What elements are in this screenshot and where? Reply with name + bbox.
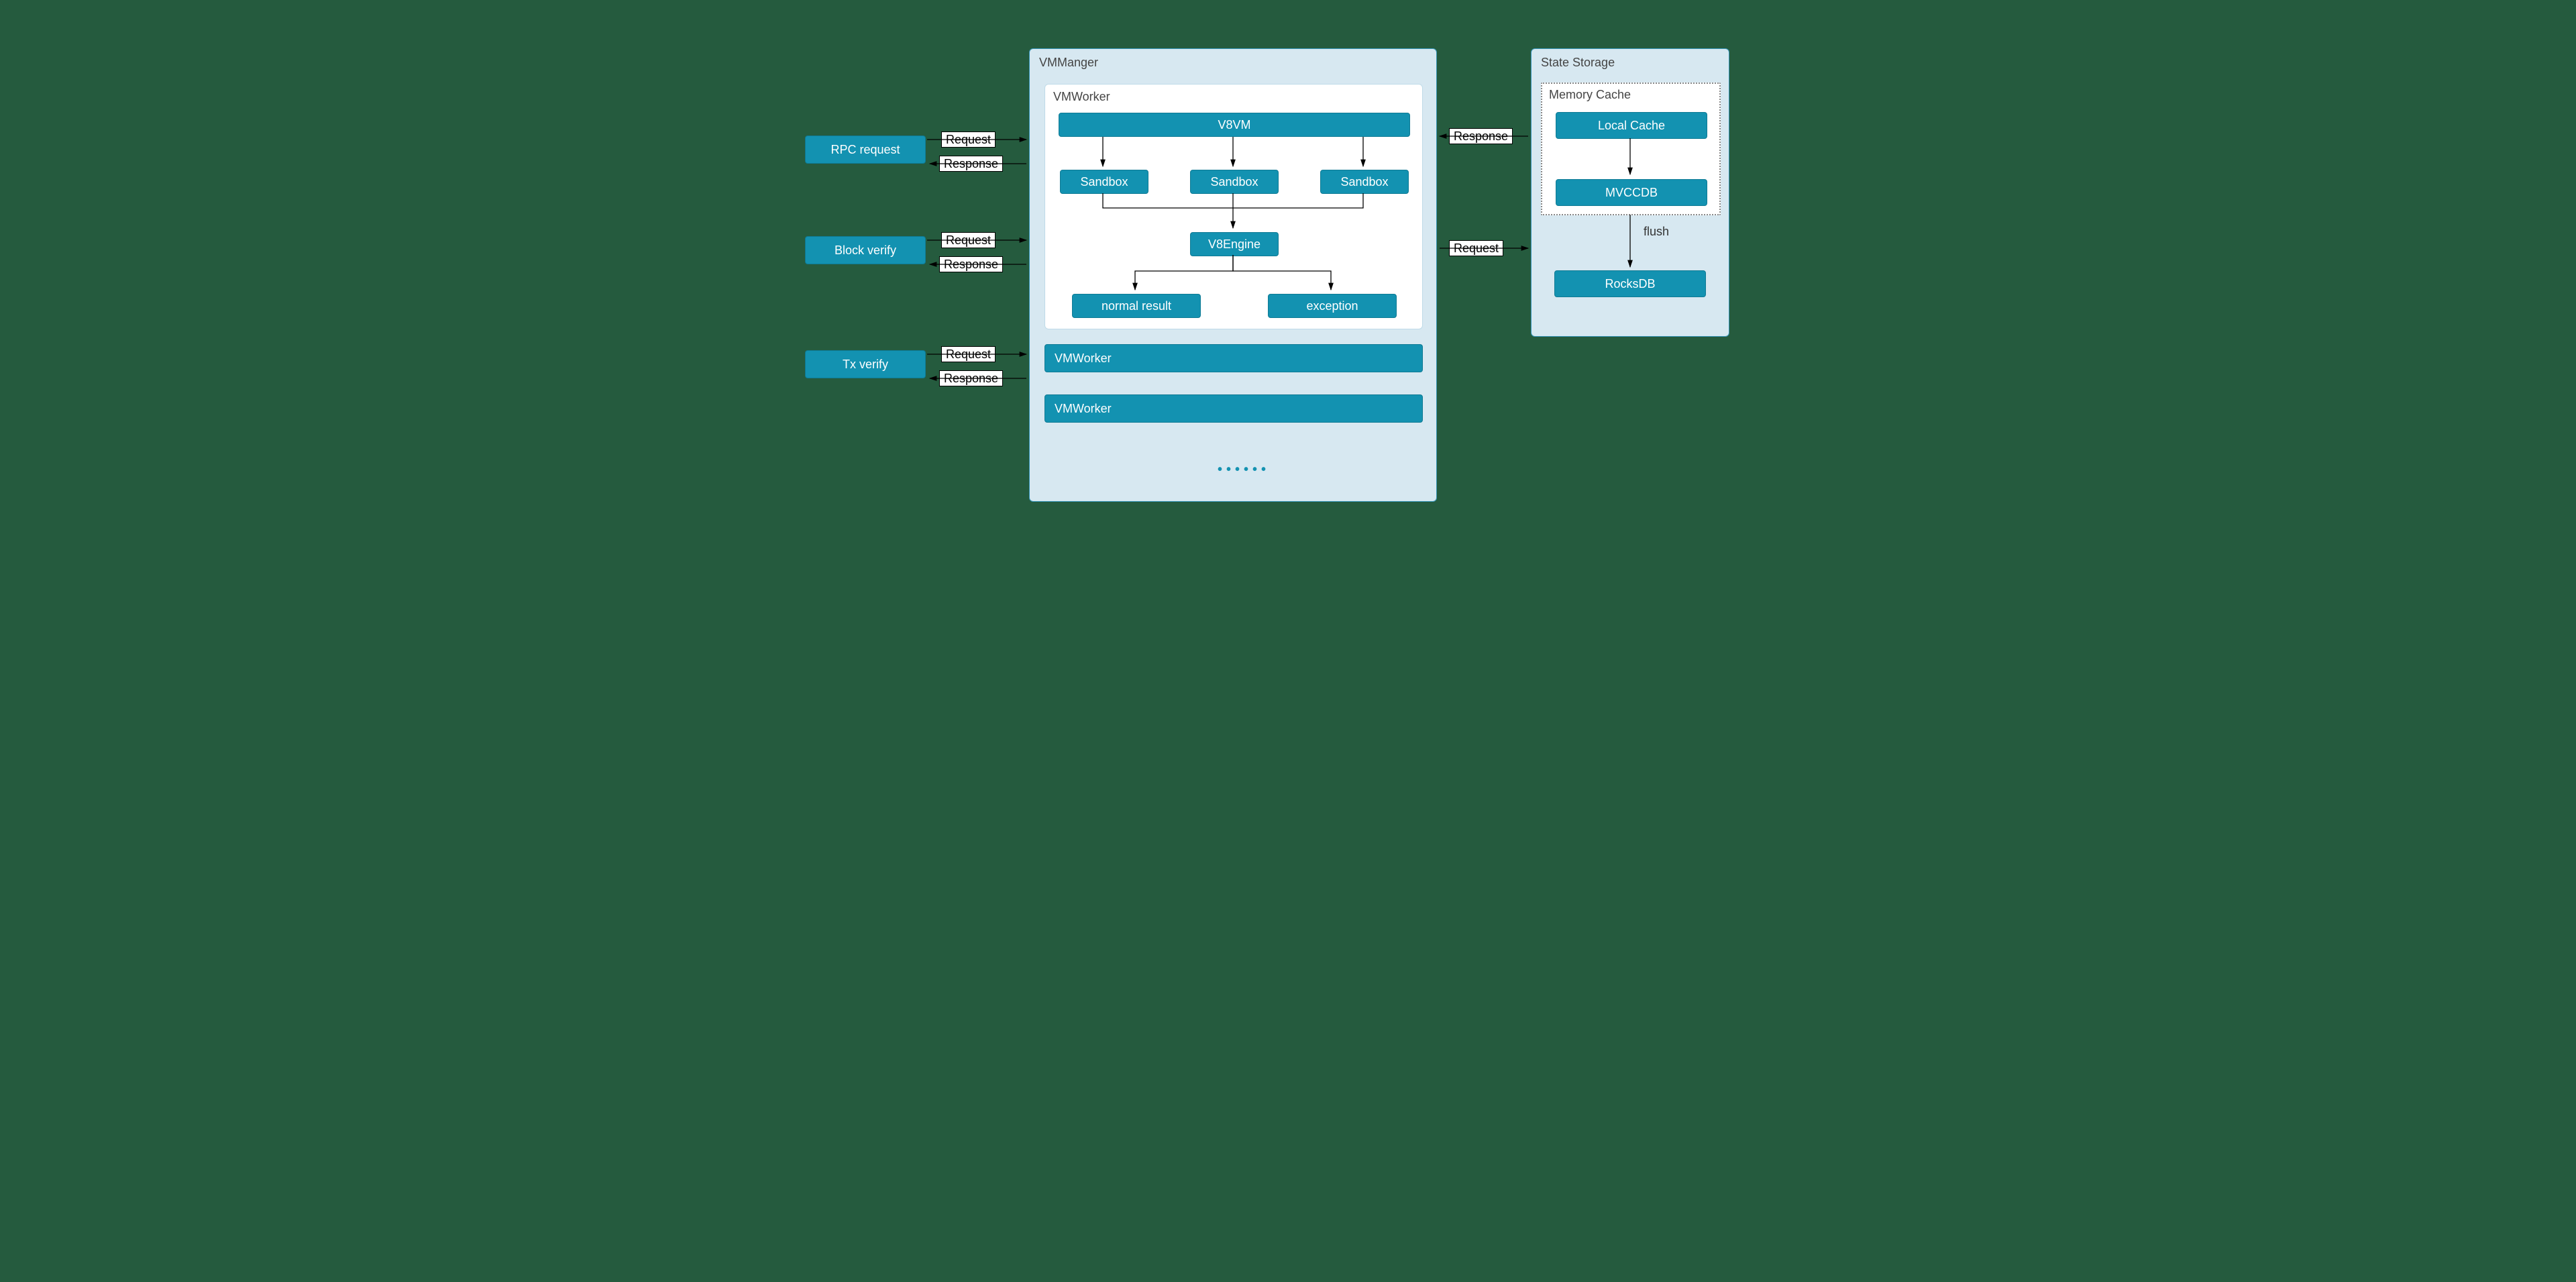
label-vm-ss-request: Request bbox=[1449, 240, 1503, 256]
node-local-cache: Local Cache bbox=[1556, 112, 1707, 139]
memory-cache-title: Memory Cache bbox=[1549, 88, 1631, 102]
state-storage-title: State Storage bbox=[1541, 56, 1615, 70]
state-storage-panel: State Storage Memory Cache Local Cache M… bbox=[1531, 48, 1729, 337]
memory-cache-panel: Memory Cache Local Cache MVCCDB bbox=[1541, 83, 1721, 215]
label-vm-ss-response: Response bbox=[1449, 128, 1513, 144]
vmworker-title: VMWorker bbox=[1053, 90, 1110, 104]
node-rocksdb: RocksDB bbox=[1554, 270, 1706, 297]
node-v8vm: V8VM bbox=[1059, 113, 1410, 137]
node-sandbox-3: Sandbox bbox=[1320, 170, 1409, 194]
node-exception: exception bbox=[1268, 294, 1397, 318]
node-vmworker-2: VMWorker bbox=[1044, 344, 1423, 372]
label-tx-request: Request bbox=[941, 346, 996, 362]
node-sandbox-2: Sandbox bbox=[1190, 170, 1279, 194]
label-block-response: Response bbox=[939, 256, 1003, 272]
vmworker-panel: VMWorker V8VM Sandbox Sandbox Sandbox V8… bbox=[1044, 84, 1423, 329]
label-tx-response: Response bbox=[939, 370, 1003, 386]
label-rpc-response: Response bbox=[939, 156, 1003, 172]
node-rpc-request: RPC request bbox=[805, 136, 926, 164]
label-flush: flush bbox=[1644, 225, 1669, 239]
node-vmworker-3: VMWorker bbox=[1044, 394, 1423, 423]
node-tx-verify: Tx verify bbox=[805, 350, 926, 378]
ellipsis-icon: •••••• bbox=[1218, 462, 1270, 478]
node-mvccdb: MVCCDB bbox=[1556, 179, 1707, 206]
label-block-request: Request bbox=[941, 232, 996, 248]
vmmanager-panel: VMManger VMWorker V8VM Sandbox Sandbox S… bbox=[1029, 48, 1437, 502]
label-rpc-request: Request bbox=[941, 131, 996, 148]
node-block-verify: Block verify bbox=[805, 236, 926, 264]
node-normal-result: normal result bbox=[1072, 294, 1201, 318]
node-v8engine: V8Engine bbox=[1190, 232, 1279, 256]
vmmanager-title: VMManger bbox=[1039, 56, 1098, 70]
node-sandbox-1: Sandbox bbox=[1060, 170, 1148, 194]
